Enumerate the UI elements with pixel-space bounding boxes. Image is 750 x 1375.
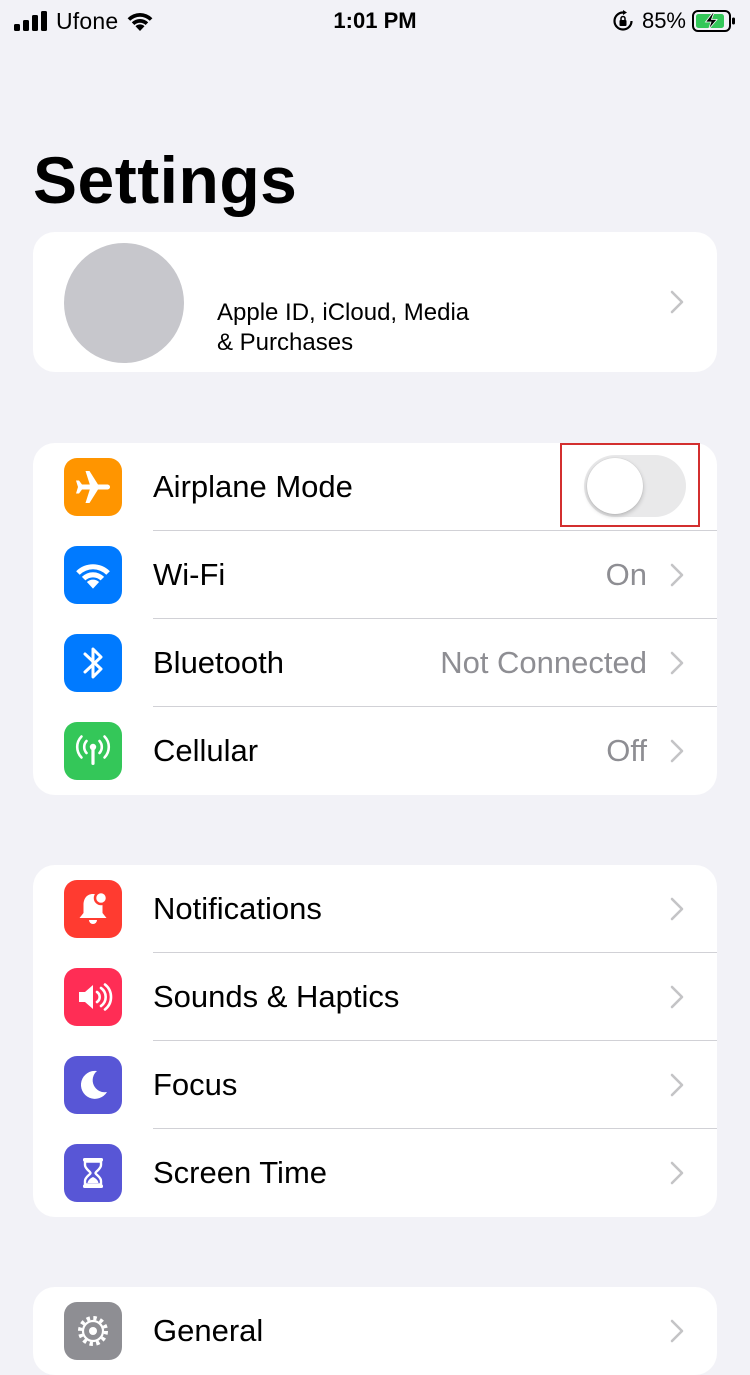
hourglass-icon	[83, 1158, 103, 1188]
apple-id-label: Apple ID, iCloud, Media & Purchases	[217, 298, 469, 358]
chevron-right-icon	[670, 1161, 684, 1185]
cellular-value: Off	[606, 733, 647, 768]
gear-icon	[78, 1316, 108, 1346]
chevron-right-icon	[670, 1073, 684, 1097]
cellular-label: Cellular	[153, 733, 259, 768]
rotation-lock-icon	[613, 10, 633, 31]
general-label: General	[153, 1313, 264, 1348]
notifications-icon-tile	[64, 880, 122, 938]
airplane-mode-toggle[interactable]	[584, 455, 686, 517]
bluetooth-value: Not Connected	[440, 645, 647, 680]
moon-icon	[80, 1070, 107, 1099]
chevron-right-icon	[670, 651, 684, 675]
connectivity-group: Airplane Mode Wi-Fi On Bluetooth Not Con…	[33, 443, 717, 795]
settings-row-bluetooth[interactable]: Bluetooth Not Connected	[33, 619, 717, 707]
apple-id-label-line2: & Purchases	[217, 329, 354, 356]
status-bar: Ufone 1:01 PM 85%	[0, 0, 750, 42]
airplane-icon-tile	[64, 458, 122, 516]
avatar	[64, 243, 184, 363]
settings-row-sounds-haptics[interactable]: Sounds & Haptics	[33, 953, 717, 1041]
apple-id-row[interactable]: Apple ID, iCloud, Media & Purchases	[33, 232, 717, 372]
battery-percentage: 85%	[641, 8, 686, 33]
bell-icon	[79, 890, 109, 924]
chevron-right-icon	[670, 290, 684, 314]
chevron-right-icon	[670, 985, 684, 1009]
notifications-group: Notifications Sounds & Haptics Focus Scr…	[33, 865, 717, 1217]
settings-row-notifications[interactable]: Notifications	[33, 865, 717, 953]
wifi-value: On	[605, 557, 647, 592]
settings-row-airplane-mode: Airplane Mode	[33, 443, 717, 531]
settings-row-general[interactable]: General	[33, 1287, 717, 1375]
settings-row-screen-time[interactable]: Screen Time	[33, 1129, 717, 1217]
cellular-antenna-icon	[75, 735, 111, 765]
speaker-icon	[79, 983, 113, 1011]
status-right: 85%	[612, 6, 736, 36]
screen-time-icon-tile	[64, 1144, 122, 1202]
general-group: General	[33, 1287, 717, 1375]
sounds-icon-tile	[64, 968, 122, 1026]
chevron-right-icon	[670, 739, 684, 763]
focus-icon-tile	[64, 1056, 122, 1114]
wifi-label: Wi-Fi	[153, 557, 226, 592]
wifi-icon	[76, 564, 110, 589]
settings-row-focus[interactable]: Focus	[33, 1041, 717, 1129]
bluetooth-label: Bluetooth	[153, 645, 284, 680]
settings-row-cellular[interactable]: Cellular Off	[33, 707, 717, 795]
battery-charging-icon	[692, 10, 735, 32]
settings-row-wifi[interactable]: Wi-Fi On	[33, 531, 717, 619]
page-title: Settings	[33, 143, 298, 217]
airplane-icon	[76, 471, 110, 503]
sounds-haptics-label: Sounds & Haptics	[153, 979, 400, 1014]
screen-time-label: Screen Time	[153, 1155, 328, 1190]
wifi-icon-tile	[64, 546, 122, 604]
general-icon-tile	[64, 1302, 122, 1360]
apple-id-label-line1: Apple ID, iCloud, Media	[217, 299, 470, 326]
cellular-icon-tile	[64, 722, 122, 780]
toggle-knob	[587, 458, 643, 514]
notifications-label: Notifications	[153, 891, 322, 926]
chevron-right-icon	[670, 563, 684, 587]
chevron-right-icon	[670, 897, 684, 921]
airplane-mode-label: Airplane Mode	[153, 469, 353, 504]
bluetooth-icon-tile	[64, 634, 122, 692]
chevron-right-icon	[670, 1319, 684, 1343]
bluetooth-icon	[83, 647, 103, 679]
focus-label: Focus	[153, 1067, 238, 1102]
